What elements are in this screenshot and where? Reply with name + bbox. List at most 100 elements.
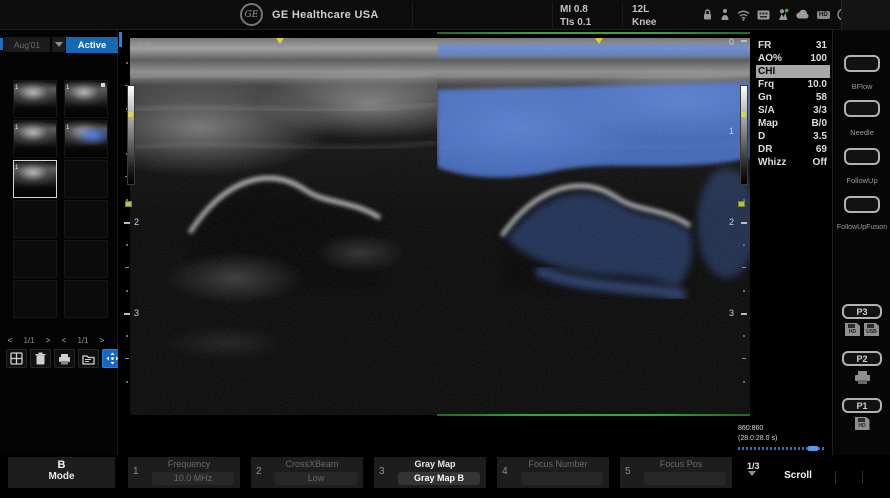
image-display-area: GE 2 3 0 — [118, 30, 755, 455]
ge-logo-icon: GE — [240, 3, 263, 26]
clipboard-toolbar — [6, 349, 123, 368]
thumbnail-counter: 1 — [15, 165, 18, 171]
exam-date-select[interactable]: Aug'01 — [4, 37, 50, 52]
printer-icon — [854, 370, 871, 390]
page-indicator: 1/1 — [72, 336, 94, 345]
softkey-page-indicator: 1/3 — [747, 461, 760, 471]
export-image-button[interactable] — [78, 349, 99, 368]
focus-position-marker[interactable] — [738, 201, 745, 207]
thumbnail-pagination: < 1/1 > < 1/1 > — [2, 334, 116, 346]
thumbnail-slot-empty — [13, 200, 57, 238]
scroll-button[interactable]: Scroll — [768, 468, 828, 484]
depth-label: 1 — [729, 127, 734, 136]
thumbnail-counter: 1 — [15, 125, 18, 131]
softkey-focus-number[interactable]: 4 Focus Number — [497, 457, 609, 488]
top-status-bar: GE GE Healthcare USA MI 0.8 TIs 0.1 12L … — [0, 0, 890, 30]
imaging-parameters: FR31 AO%100 CHI Frq10.0 Gn58 S/A3/3 MapB… — [756, 30, 831, 210]
softkey-bar: B Mode 1 Frequency 10.0 MHz 2 CrossXBeam… — [0, 455, 890, 490]
roi-bottom-line — [437, 414, 750, 416]
page-next-button[interactable]: > — [40, 336, 56, 345]
mode-word: Mode — [8, 471, 115, 482]
thumbnail-slot-empty — [64, 160, 108, 198]
softkey-focus-pos[interactable]: 5 Focus Pos — [620, 457, 732, 488]
exam-date-dropdown-button[interactable] — [52, 37, 65, 52]
gain-marker — [128, 112, 133, 117]
softkey-gray-map[interactable]: 3 Gray Map Gray Map B — [374, 457, 486, 488]
bflow-button[interactable] — [844, 55, 880, 72]
param-row: D3.5 — [756, 130, 830, 143]
save-hd-icon: HD — [855, 417, 870, 430]
param-row: Frq10.0 — [756, 78, 830, 91]
followupfusion-label: FollowUpFusion — [833, 224, 890, 231]
preset-name: Knee — [632, 17, 656, 28]
p2-destinations — [833, 370, 890, 390]
network-user-icon — [777, 8, 789, 21]
ultrasound-image-bmode[interactable] — [130, 38, 437, 415]
delete-image-button[interactable] — [30, 349, 51, 368]
thumbnail-image-doppler[interactable]: 1 — [64, 120, 108, 158]
save-hd-icon: HD — [845, 323, 860, 336]
tab-active-exam[interactable]: Active — [66, 37, 118, 53]
probe-orientation-marker-icon — [595, 38, 603, 44]
thumbnail-counter: 1 — [66, 125, 69, 131]
ge-logo-monogram: GE — [245, 10, 259, 20]
right-control-strip: BFlow Needle FollowUp FollowUpFusion P3 … — [832, 30, 890, 455]
thumbnail-image-selected[interactable]: 1 — [13, 160, 57, 198]
probe-orientation-marker-icon — [276, 38, 284, 44]
thumbnail-flag — [101, 83, 105, 87]
depth-label: 3 — [134, 309, 139, 318]
param-row: DR69 — [756, 143, 830, 156]
chevron-down-icon — [55, 42, 63, 47]
topbar-corner-panel — [841, 0, 890, 30]
trash-icon — [35, 352, 46, 365]
bflow-label: BFlow — [833, 82, 890, 91]
thumbnail-slot-empty — [64, 240, 108, 278]
param-row: FR31 — [756, 39, 830, 52]
roi-top-line — [437, 32, 750, 34]
print-image-button[interactable] — [54, 349, 75, 368]
p3-button[interactable]: P3 — [842, 304, 882, 319]
focus-position-marker[interactable] — [125, 201, 132, 207]
topbar-divider — [622, 2, 623, 28]
p1-button[interactable]: P1 — [842, 398, 882, 413]
keyboard-icon — [757, 9, 770, 21]
thumbnail-image[interactable]: 1 — [13, 120, 57, 158]
followupfusion-button[interactable] — [844, 196, 880, 213]
cine-progress-thumb[interactable] — [808, 446, 818, 451]
param-row: AO%100 — [756, 52, 830, 65]
thumbnail-image[interactable]: 1 — [64, 80, 108, 118]
tis-value: TIs 0.1 — [560, 17, 591, 28]
thumbnail-slot-empty — [64, 200, 108, 238]
softkey-frequency[interactable]: 1 Frequency 10.0 MHz — [128, 457, 240, 488]
printer-icon — [58, 353, 71, 365]
mi-value: MI 0.8 — [560, 4, 588, 15]
page-prev-button[interactable]: < — [2, 336, 18, 345]
page-prev-button[interactable]: < — [56, 336, 72, 345]
param-row-highlighted: CHI — [756, 65, 830, 78]
p2-button[interactable]: P2 — [842, 351, 882, 366]
mode-indicator[interactable]: B Mode — [8, 457, 115, 488]
gray-map-bar — [740, 85, 748, 185]
save-usb-icon: USB — [864, 323, 879, 336]
sidebar-accent — [0, 38, 3, 50]
folder-icon — [82, 353, 95, 365]
needle-button[interactable] — [844, 100, 880, 117]
depth-label: 2 — [729, 218, 734, 227]
page-next-button[interactable]: > — [94, 336, 110, 345]
layout-grid-button[interactable] — [6, 349, 27, 368]
probe-name: 12L — [632, 4, 649, 15]
cine-time: (28.0:28.0 s) — [738, 434, 777, 443]
ultrasound-image-doppler[interactable] — [437, 38, 750, 415]
softkey-page-down-button[interactable] — [748, 476, 756, 494]
page-indicator: 1/1 — [18, 336, 40, 345]
thumbnail-image[interactable]: 1 — [13, 80, 57, 118]
status-icon-row: HD — [702, 8, 850, 21]
softkey-crossxbeam[interactable]: 2 CrossXBeam Low — [251, 457, 363, 488]
clipboard-sidebar: Aug'01 Active 1 1 1 1 1 < 1/ — [0, 30, 118, 455]
softkey-separator — [835, 471, 836, 484]
param-row: S/A3/3 — [756, 104, 830, 117]
followup-button[interactable] — [844, 148, 880, 165]
thumbnail-slot-empty — [13, 280, 57, 318]
needle-label: Needle — [833, 128, 890, 137]
followup-label: FollowUp — [833, 176, 890, 185]
